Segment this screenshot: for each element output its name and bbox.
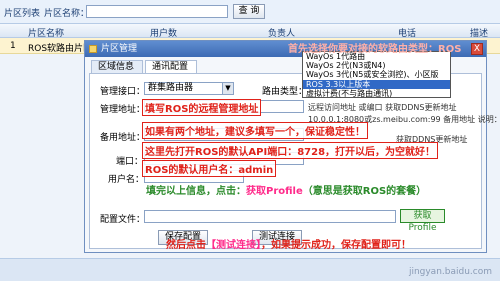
annotation-port: 这里先打开ROS的默认API端口：8728，打开以后，为空就好！	[142, 142, 439, 159]
row-name: ROS软路由片区	[28, 44, 93, 54]
mgmt-interface-label: 管理接口：	[100, 87, 146, 97]
window-icon	[89, 45, 97, 53]
toolbar: 片区列表 片区名称： 查 询	[0, 0, 500, 24]
search-label: 片区名称：	[44, 9, 90, 19]
close-icon[interactable]: X	[471, 43, 483, 55]
annotation-profile-highlight: 获取Profile	[246, 186, 303, 197]
router-type-label: 路由类型：	[262, 87, 308, 97]
dropdown-option[interactable]: WayOs 2代(N3或N4)	[303, 61, 450, 70]
annotation-backup-address: 如果有两个地址，建议多填写一个，保证稳定性！	[142, 122, 368, 139]
annotation-profile-prefix: 填完以上信息，点击：	[146, 186, 246, 197]
annotation-username: ROS的默认用户名：admin	[142, 160, 277, 177]
query-button[interactable]: 查 询	[233, 4, 265, 19]
backup-address-label: 备用地址：	[100, 133, 146, 143]
config-file-input[interactable]	[144, 210, 396, 223]
annotation-final-highlight: 【测试连接】	[206, 240, 261, 251]
annotation-mgmt-address: 填写ROS的远程管理地址	[142, 99, 262, 116]
dropdown-option[interactable]: WayOs 3代(N5或安全浏控)、小区版	[303, 70, 450, 79]
annotation-router-type: 首先选择你要对接的软路由类型：ROS	[288, 44, 462, 55]
annotation-final-suffix: ，如果提示成功，保存配置即可！	[261, 240, 411, 251]
annotation-profile: 填完以上信息，点击：获取Profile（意思是获取ROS的套餐）	[146, 182, 426, 197]
tab-comm-config[interactable]: 通讯配置	[145, 60, 197, 74]
grid-header: 片区名称 用户数 负责人 电话 描述	[0, 24, 500, 39]
username-label: 用户名：	[108, 175, 145, 185]
annotation-profile-suffix: （意思是获取ROS的套餐）	[302, 186, 427, 197]
note-remote-address: 远程访问地址 或编口 获取DDNS更新地址	[308, 103, 457, 112]
search-input[interactable]	[86, 5, 228, 18]
dropdown-option-selected[interactable]: ROS 3.3以上版本	[303, 79, 450, 89]
fetch-profile-button[interactable]: 获取Profile	[400, 209, 445, 233]
row-index: 1	[10, 41, 16, 51]
port-label: 端口：	[116, 157, 144, 167]
annotation-final-prefix: 然后点击	[166, 240, 206, 251]
dialog-title: 片区管理	[101, 44, 138, 54]
mgmt-interface-select[interactable]: 群集路由器 ▼	[144, 82, 234, 95]
watermark: jingyan.baidu.com	[408, 267, 492, 277]
mgmt-interface-value: 群集路由器	[148, 83, 194, 93]
mgmt-address-label: 管理地址：	[100, 105, 146, 115]
dropdown-option[interactable]: 虚拟计费(不与路由通讯)	[303, 89, 450, 98]
router-type-dropdown[interactable]: WayOs 1代路由 WayOs 2代(N3或N4) WayOs 3代(N5或安…	[302, 51, 451, 98]
annotation-final: 然后点击【测试连接】，如果提示成功，保存配置即可！	[166, 236, 411, 251]
list-title: 片区列表	[4, 9, 41, 19]
config-file-label: 配置文件：	[100, 215, 146, 225]
chevron-down-icon[interactable]: ▼	[222, 83, 233, 94]
tab-area-info[interactable]: 区域信息	[91, 60, 143, 74]
